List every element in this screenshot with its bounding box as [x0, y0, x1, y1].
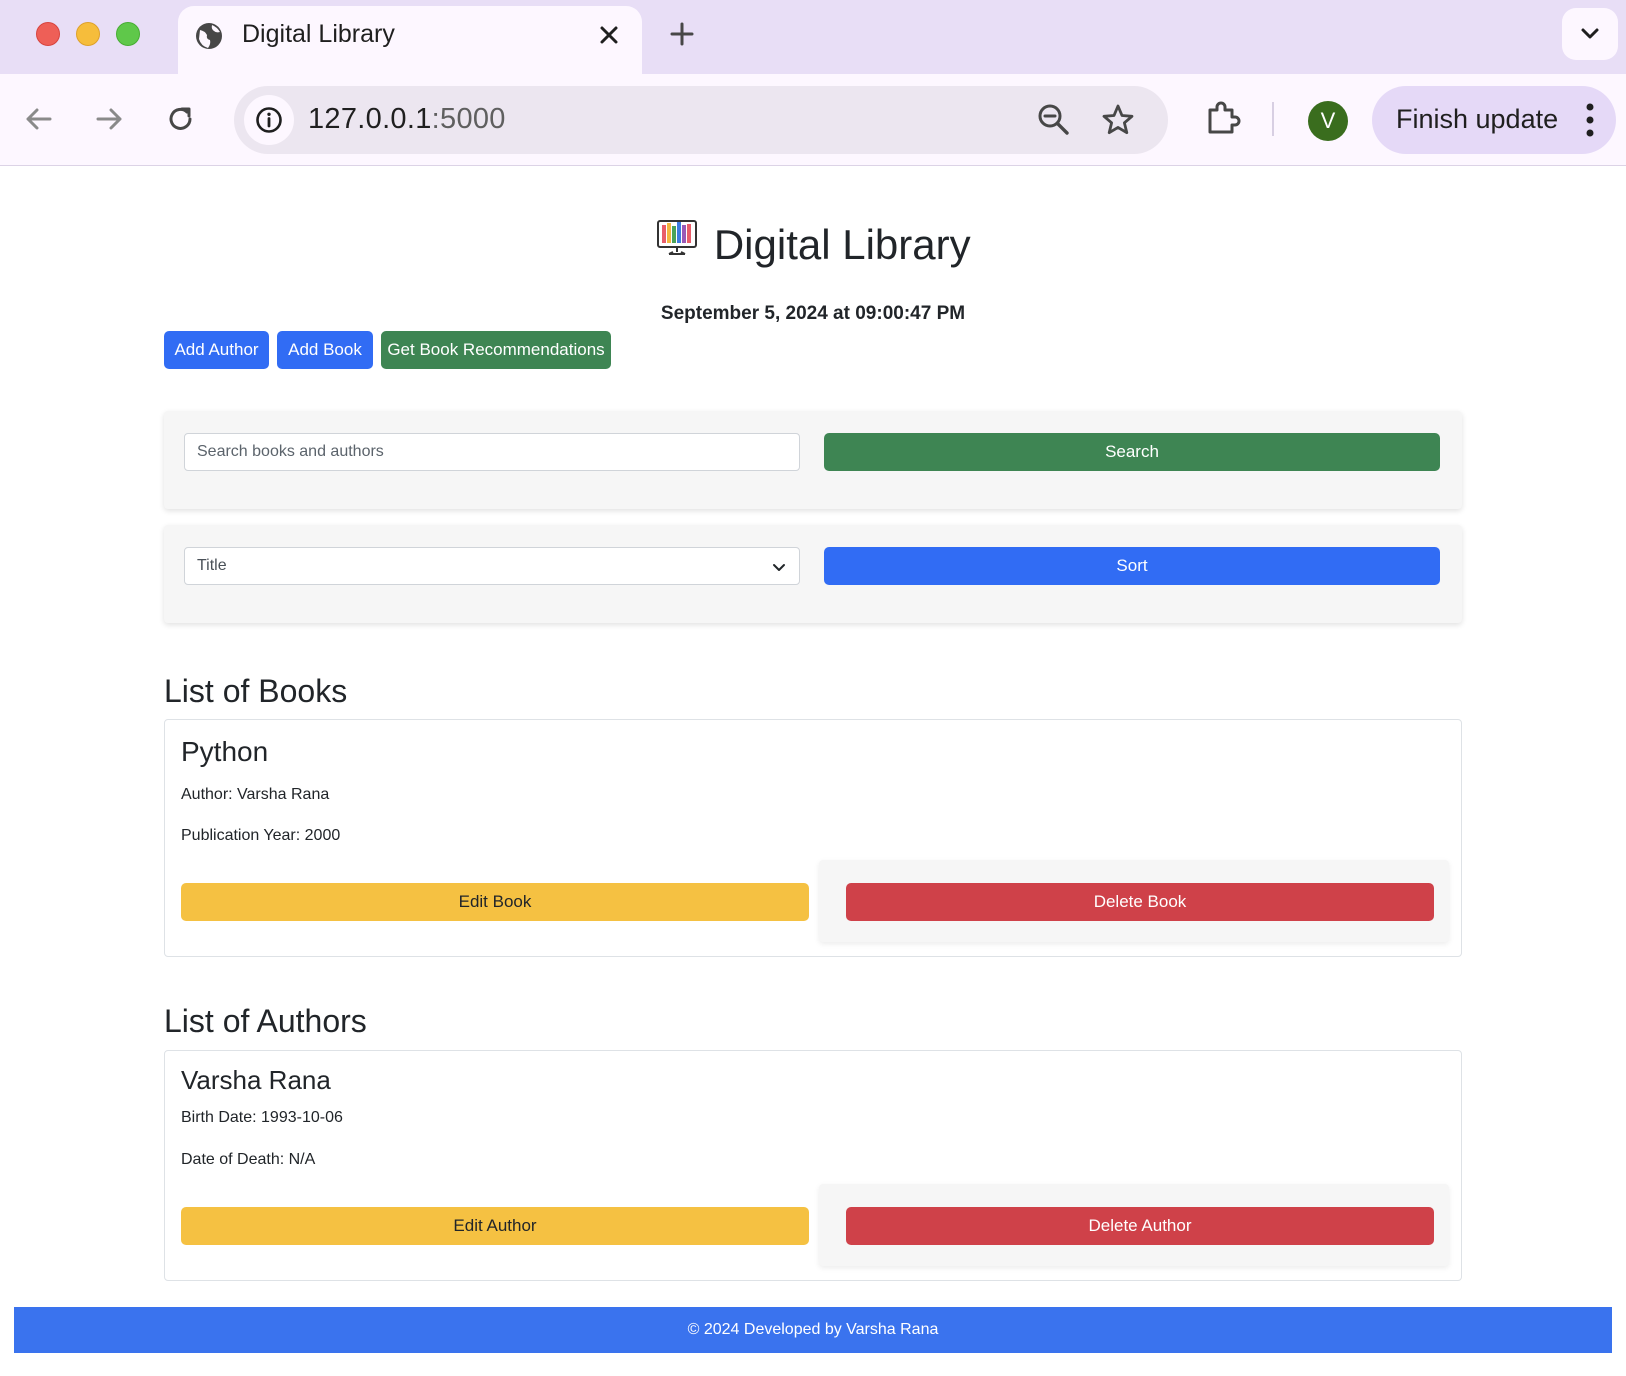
finish-update-button[interactable]: Finish update	[1372, 86, 1616, 154]
search-form: Search books and authors Search	[164, 411, 1462, 509]
forward-arrow-icon[interactable]	[90, 100, 128, 138]
window-close-button[interactable]	[36, 22, 60, 46]
reload-icon[interactable]	[162, 100, 200, 138]
author-birth-date: Birth Date: 1993-10-06	[181, 1109, 343, 1126]
author-card: Varsha Rana Birth Date: 1993-10-06 Date …	[164, 1050, 1462, 1281]
author-name: Varsha Rana	[181, 1065, 331, 1095]
search-button[interactable]: Search	[824, 433, 1440, 471]
browser-tab-bar: Digital Library	[0, 0, 1626, 74]
url-host: 127.0.0.1	[308, 103, 432, 135]
close-icon[interactable]	[594, 20, 624, 50]
window-minimize-button[interactable]	[76, 22, 100, 46]
toolbar-divider	[1272, 102, 1274, 136]
edit-author-button[interactable]: Edit Author	[181, 1207, 809, 1245]
browser-tab-active[interactable]: Digital Library	[178, 6, 642, 74]
author-death-date: Date of Death: N/A	[181, 1151, 316, 1168]
back-arrow-icon[interactable]	[20, 100, 58, 138]
tab-title: Digital Library	[242, 20, 395, 48]
chevron-down-icon	[773, 564, 785, 571]
globe-icon	[196, 23, 222, 49]
extensions-puzzle-icon[interactable]	[1202, 98, 1242, 138]
url-text[interactable]: 127.0.0.1:5000	[308, 103, 506, 136]
get-recommendations-button[interactable]: Get Book Recommendations	[381, 331, 611, 369]
book-author: Author: Varsha Rana	[181, 786, 330, 803]
zoom-icon[interactable]	[1036, 102, 1072, 138]
add-author-button[interactable]: Add Author	[164, 331, 269, 369]
bookmark-star-icon[interactable]	[1100, 102, 1136, 138]
add-book-button[interactable]: Add Book	[277, 331, 373, 369]
page-viewport: Digital Library September 5, 2024 at 09:…	[0, 167, 1626, 1376]
search-placeholder: Search books and authors	[197, 443, 384, 460]
sort-select-value: Title	[197, 557, 227, 574]
book-publication-year: Publication Year: 2000	[181, 827, 341, 844]
chevron-down-icon	[1581, 28, 1599, 39]
library-monitor-icon	[657, 220, 698, 255]
new-tab-icon[interactable]	[666, 18, 698, 50]
sort-form: Title Sort	[164, 525, 1462, 623]
delete-book-button[interactable]: Delete Book	[846, 883, 1434, 921]
edit-book-button[interactable]: Edit Book	[181, 883, 809, 921]
books-section-heading: List of Books	[164, 673, 348, 709]
sort-select[interactable]: Title	[184, 547, 800, 585]
current-datetime: September 5, 2024 at 09:00:47 PM	[660, 303, 966, 324]
tab-search-button[interactable]	[1562, 8, 1618, 60]
sort-button[interactable]: Sort	[824, 547, 1440, 585]
search-input[interactable]: Search books and authors	[184, 433, 800, 471]
delete-author-button[interactable]: Delete Author	[846, 1207, 1434, 1245]
profile-avatar[interactable]: V	[1308, 101, 1348, 141]
more-vert-icon	[1586, 103, 1594, 137]
book-title: Python	[181, 736, 269, 767]
url-port: :5000	[431, 103, 506, 135]
address-bar[interactable]: 127.0.0.1:5000	[234, 86, 1168, 154]
book-card: Python Author: Varsha Rana Publication Y…	[164, 719, 1462, 957]
window-zoom-button[interactable]	[116, 22, 140, 46]
authors-section-heading: List of Authors	[164, 1003, 367, 1039]
finish-update-label: Finish update	[1396, 104, 1559, 134]
browser-toolbar: 127.0.0.1:5000 V Finish update	[0, 74, 1626, 166]
page-header: Digital Library	[164, 220, 1462, 269]
page-title: Digital Library	[713, 221, 971, 268]
site-info-button[interactable]	[244, 95, 294, 145]
info-icon	[256, 107, 282, 133]
page-footer: © 2024 Developed by Varsha Rana	[14, 1307, 1612, 1353]
